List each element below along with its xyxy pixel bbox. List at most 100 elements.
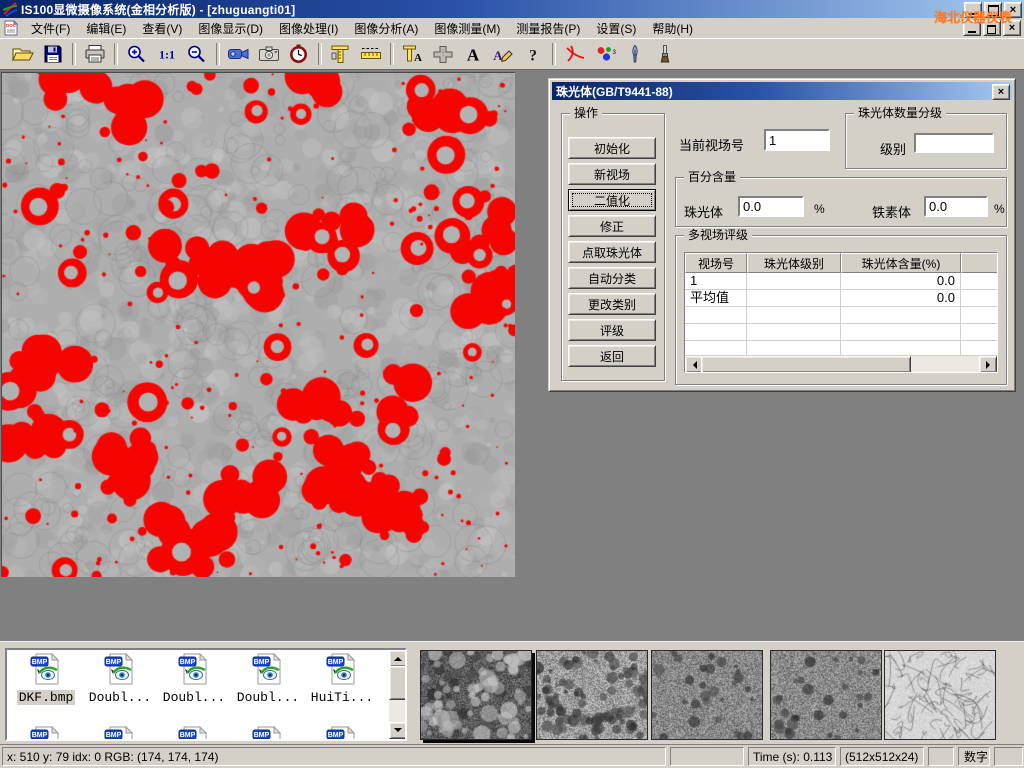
file-item[interactable]: BMPDKF.bmp (9, 653, 83, 705)
op-button-2[interactable]: 新视场 (568, 163, 656, 185)
table-cell (747, 324, 841, 341)
scrollbar-thumb[interactable] (701, 356, 911, 373)
pearlite-percent-input[interactable] (738, 196, 804, 217)
op-button-7[interactable]: 更改类别 (568, 293, 656, 315)
menu-item-1[interactable]: 文件(F) (23, 19, 78, 39)
table-row (685, 324, 998, 341)
open-button[interactable] (9, 41, 37, 67)
file-item[interactable]: BMPDoubl... (157, 653, 231, 705)
file-item[interactable]: BMP (231, 726, 305, 741)
op-button-4[interactable]: 修正 (568, 215, 656, 237)
menu-item-3[interactable]: 查看(V) (134, 19, 190, 39)
thumbnail-1[interactable] (420, 650, 532, 740)
zoom-out-icon (185, 44, 209, 64)
menu-item-9[interactable]: 设置(S) (588, 19, 644, 39)
svg-text:A: A (414, 52, 422, 64)
menu-item-7[interactable]: 图像测量(M) (426, 19, 508, 39)
curve-icon (563, 44, 587, 64)
thumbnail-4[interactable] (770, 650, 882, 740)
video-camera-button[interactable] (225, 41, 253, 67)
save-icon (41, 44, 65, 64)
curve-button[interactable] (561, 41, 589, 67)
document-icon[interactable]: DOC (3, 20, 19, 36)
mdi-close-button[interactable]: × (1003, 20, 1021, 36)
camera-button[interactable] (255, 41, 283, 67)
actual-size-button[interactable]: 1:1 (153, 41, 181, 67)
file-list[interactable]: BMPDKF.bmpBMPDoubl...BMPDoubl...BMPDoubl… (5, 648, 407, 741)
table-header-2[interactable]: 珠光体级别 (747, 253, 841, 273)
table-row[interactable]: 平均值0.0 (685, 290, 998, 307)
status-empty-1 (670, 747, 744, 766)
dialog-title-bar[interactable]: 珠光体(GB/T9441-88) × (552, 82, 1012, 100)
menu-item-4[interactable]: 图像显示(D) (190, 19, 271, 39)
maximize-button[interactable] (984, 2, 1002, 18)
mdi-restore-button[interactable] (983, 20, 1001, 36)
caliper-button[interactable] (327, 41, 355, 67)
op-button-1[interactable]: 初始化 (568, 137, 656, 159)
title-bar[interactable]: IS100显微摄像系统(金相分析版) - [zhuguangti01] × (0, 0, 1024, 18)
text-icon: A (461, 44, 485, 64)
multifield-group-label: 多视场评级 (684, 228, 752, 242)
brush-button[interactable] (651, 41, 679, 67)
file-item[interactable]: BMPDoubl... (83, 653, 157, 705)
annotate-button[interactable]: A (489, 41, 517, 67)
file-item[interactable]: BMP (157, 726, 231, 741)
pen-button[interactable] (621, 41, 649, 67)
scroll-up-button[interactable] (389, 650, 407, 667)
restore-icon (987, 25, 996, 34)
status-time: Time (s): 0.113 (748, 747, 836, 766)
help-button[interactable]: ? (519, 41, 547, 67)
ferrite-percent-input[interactable] (924, 196, 988, 217)
micrograph-image[interactable] (1, 72, 515, 577)
op-button-5[interactable]: 点取珠光体 (568, 241, 656, 263)
grade-input[interactable] (914, 133, 994, 153)
scroll-down-button[interactable] (389, 722, 407, 739)
minimize-button[interactable] (964, 2, 982, 18)
mdi-minimize-button[interactable] (963, 20, 981, 36)
file-list-scrollbar[interactable] (389, 650, 405, 739)
close-button[interactable]: × (1004, 2, 1022, 18)
ruler-button[interactable] (357, 41, 385, 67)
measure-text-icon: A (401, 44, 425, 64)
thumbnail-5[interactable] (884, 650, 996, 740)
table-header-3[interactable]: 珠光体含量(%) (841, 253, 961, 273)
current-field-input[interactable] (764, 129, 830, 151)
zoom-in-button[interactable] (123, 41, 151, 67)
menu-item-8[interactable]: 测量报告(P) (508, 19, 588, 39)
file-item[interactable]: BMPDoubl... (231, 653, 305, 705)
dialog-close-button[interactable]: × (992, 84, 1010, 100)
zoom-out-button[interactable] (183, 41, 211, 67)
measure-text-button[interactable]: A (399, 41, 427, 67)
text-button[interactable]: A (459, 41, 487, 67)
bmp-file-icon: BMP (325, 653, 359, 688)
thumbnail-3[interactable] (651, 650, 763, 740)
table-horizontal-scrollbar[interactable] (685, 355, 997, 372)
table-header-1[interactable]: 视场号 (685, 253, 747, 273)
file-item[interactable]: BMP (83, 726, 157, 741)
thumbnail-2[interactable] (536, 650, 648, 740)
menu-item-10[interactable]: 帮助(H) (644, 19, 701, 39)
menu-item-5[interactable]: 图像处理(I) (271, 19, 346, 39)
table-header-4[interactable]: 铁素体 (961, 253, 998, 273)
scroll-right-button[interactable] (979, 356, 997, 373)
save-button[interactable] (39, 41, 67, 67)
op-button-6[interactable]: 自动分类 (568, 267, 656, 289)
op-button-3[interactable]: 二值化 (568, 189, 656, 211)
multifield-table[interactable]: 视场号珠光体级别珠光体含量(%)铁素体 10.0平均值0.0 (684, 252, 998, 373)
scrollbar-thumb[interactable] (389, 666, 407, 700)
up-arrow-icon (394, 653, 402, 661)
file-list-row-1: BMPDKF.bmpBMPDoubl...BMPDoubl...BMPDoubl… (9, 653, 379, 705)
file-item[interactable]: BMP (9, 726, 83, 741)
file-item[interactable]: BMPHuiTi... (305, 653, 379, 705)
file-item[interactable]: BMP (305, 726, 379, 741)
op-button-9[interactable]: 返回 (568, 345, 656, 367)
print-button[interactable] (81, 41, 109, 67)
menu-item-6[interactable]: 图像分析(A) (346, 19, 426, 39)
pattern-cross-button[interactable] (429, 41, 457, 67)
table-row[interactable]: 10.0 (685, 273, 998, 290)
table-cell (961, 324, 998, 341)
menu-item-2[interactable]: 编辑(E) (78, 19, 134, 39)
timer-button[interactable] (285, 41, 313, 67)
particles-button[interactable]: 3 (591, 41, 619, 67)
op-button-8[interactable]: 评级 (568, 319, 656, 341)
